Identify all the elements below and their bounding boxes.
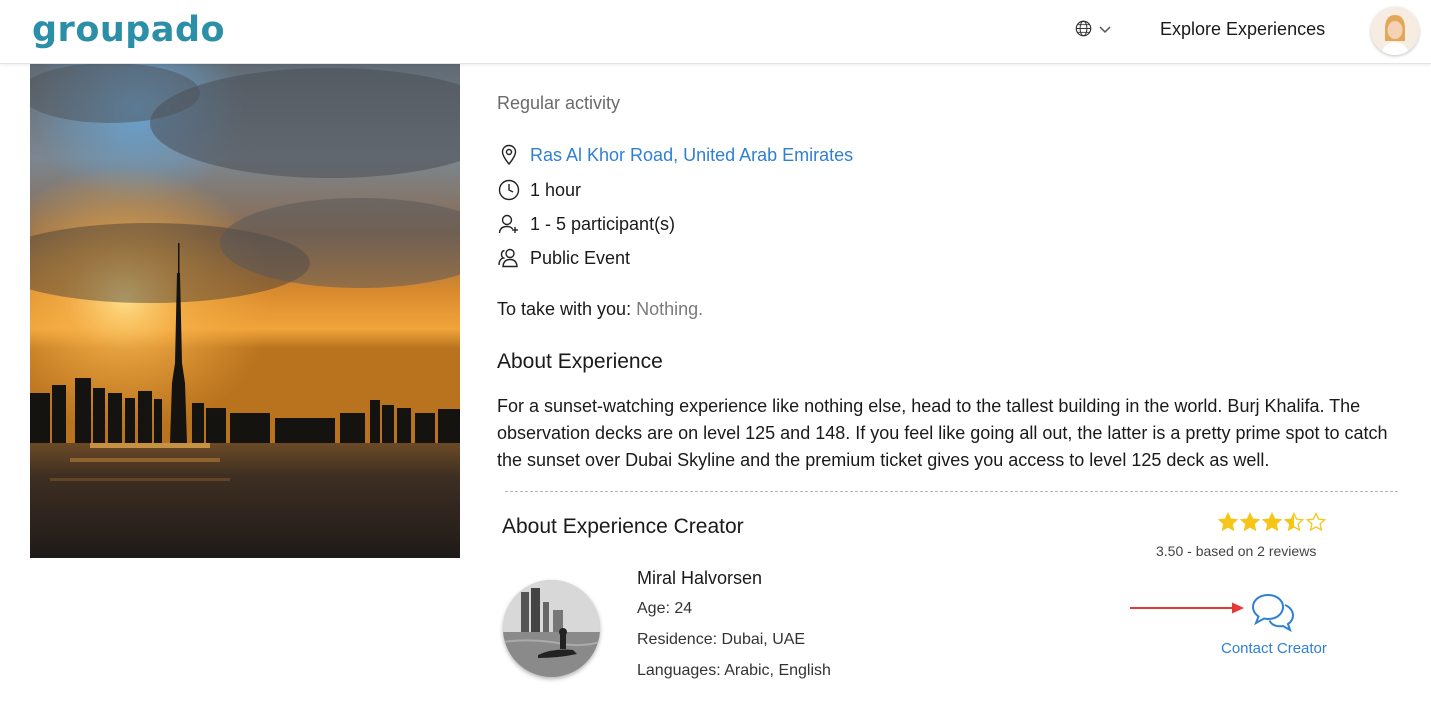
users-icon	[497, 246, 521, 270]
creator-residence: Residence: Dubai, UAE	[637, 631, 805, 649]
take-with-value: Nothing.	[636, 299, 704, 319]
top-navigation-bar: groupado Explore Experiences	[0, 0, 1431, 64]
participants-row: 1 - 5 participant(s)	[497, 212, 675, 236]
duration-row: 1 hour	[497, 178, 581, 202]
duration-text: 1 hour	[530, 179, 582, 200]
chevron-down-icon	[1098, 22, 1112, 40]
star-empty-icon	[1305, 511, 1327, 537]
about-experience-heading: About Experience	[497, 350, 663, 373]
event-type-text: Public Event	[530, 247, 631, 268]
star-full-icon	[1217, 511, 1239, 537]
age-label: Age:	[637, 600, 670, 617]
take-with-label: To take with you:	[497, 299, 632, 319]
annotation-arrow	[1128, 600, 1246, 621]
take-with-you: To take with you: Nothing.	[497, 299, 703, 320]
star-half-icon	[1283, 511, 1305, 537]
activity-type: Regular activity	[497, 93, 621, 113]
event-type-row: Public Event	[497, 246, 630, 270]
clock-icon	[497, 178, 521, 202]
groupado-logo[interactable]: groupado	[32, 10, 225, 50]
globe-icon	[1075, 20, 1092, 42]
chat-bubbles-icon[interactable]	[1250, 592, 1296, 639]
languages-value: Arabic, English	[724, 662, 831, 679]
section-divider	[505, 491, 1398, 492]
creator-name: Miral Halvorsen	[637, 568, 763, 588]
explore-experiences-link[interactable]: Explore Experiences	[1160, 19, 1325, 40]
rating-summary: 3.50 - based on 2 reviews	[1156, 543, 1317, 559]
user-avatar[interactable]	[1371, 7, 1419, 55]
map-pin-icon	[497, 143, 521, 167]
contact-creator-link[interactable]: Contact Creator	[1221, 640, 1327, 657]
creator-age: Age: 24	[637, 600, 692, 618]
location-link[interactable]: Ras Al Khor Road, United Arab Emirates	[530, 145, 853, 166]
about-creator-heading: About Experience Creator	[502, 515, 744, 538]
participants-text: 1 - 5 participant(s)	[530, 213, 676, 234]
location-row: Ras Al Khor Road, United Arab Emirates	[497, 143, 853, 167]
languages-label: Languages:	[637, 662, 721, 679]
language-selector[interactable]	[1075, 20, 1112, 42]
creator-avatar[interactable]	[503, 580, 600, 677]
creator-languages: Languages: Arabic, English	[637, 662, 831, 680]
star-full-icon	[1239, 511, 1261, 537]
experience-photo	[30, 63, 460, 558]
star-full-icon	[1261, 511, 1283, 537]
about-experience-text: For a sunset-watching experience like no…	[497, 396, 1388, 470]
star-rating	[1217, 511, 1327, 537]
residence-label: Residence:	[637, 631, 718, 648]
user-plus-icon	[497, 212, 521, 236]
age-value: 24	[674, 600, 693, 617]
residence-value: Dubai, UAE	[721, 631, 806, 648]
